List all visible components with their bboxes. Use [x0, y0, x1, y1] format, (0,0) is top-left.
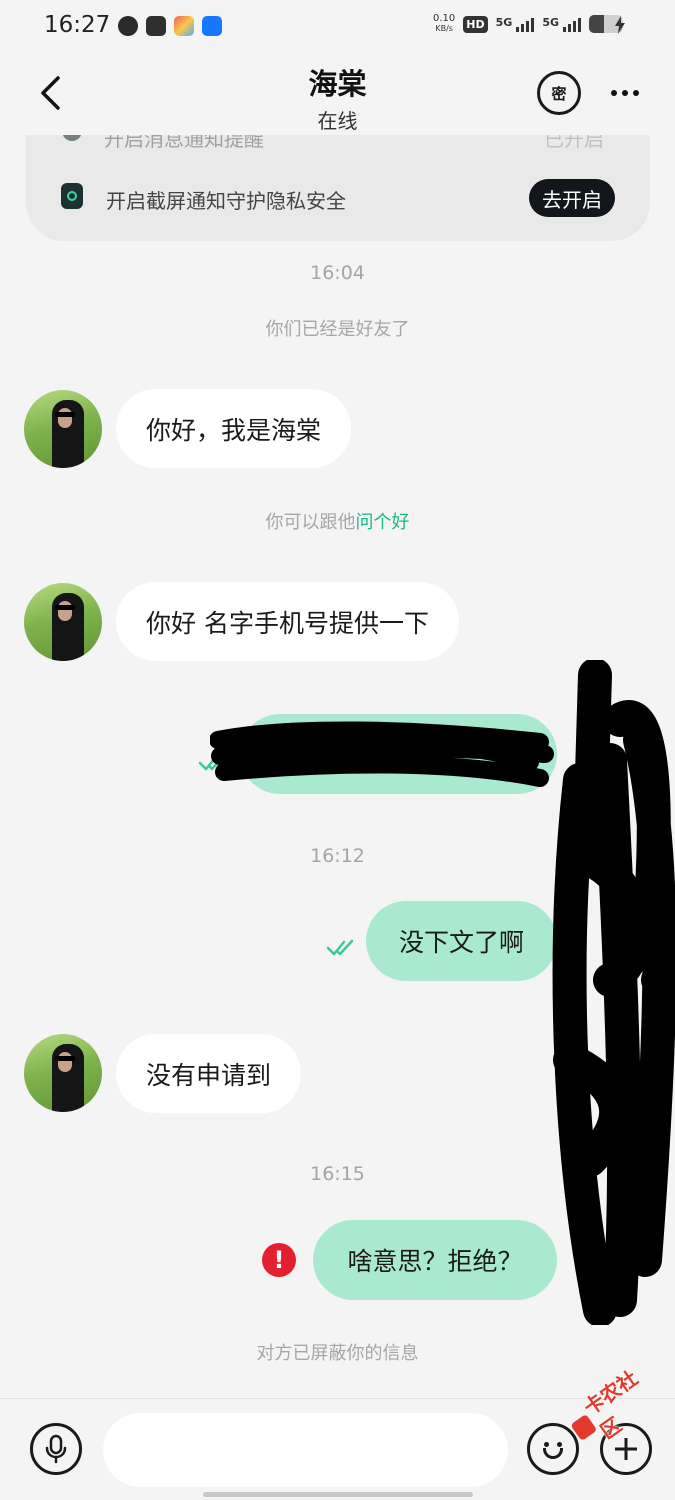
- incoming-message[interactable]: 你好，我是海棠: [116, 389, 352, 468]
- read-receipt-icon: [326, 939, 354, 956]
- emoji-button[interactable]: [527, 1423, 579, 1475]
- chat-header: 海棠 在线 密: [0, 55, 675, 135]
- mail-icon: [146, 16, 166, 36]
- shield-icon: [62, 135, 82, 141]
- notice-partial-text: 开启消息通知提醒: [104, 135, 264, 151]
- notification-settings-card: 开启消息通知提醒 已开启 开启截屏通知守护隐私安全 去开启: [26, 135, 650, 241]
- status-indicators: 0.10 KB/s HD 5G 5G: [433, 14, 623, 34]
- outgoing-message[interactable]: 没下文了啊: [366, 901, 557, 981]
- signal-2-label: 5G: [542, 16, 559, 29]
- status-time: 16:27: [44, 12, 111, 38]
- screenshot-notice-text: 开启截屏通知守护隐私安全: [106, 189, 346, 213]
- outgoing-message-failed[interactable]: 啥意思？拒绝？: [313, 1220, 557, 1300]
- redaction-scribble: [552, 660, 675, 1325]
- incoming-message[interactable]: 你好 名字手机号提供一下: [116, 582, 459, 661]
- notice-partial-status: 已开启: [544, 135, 604, 151]
- smiley-icon: [544, 1442, 549, 1447]
- network-speed-value: 0.10: [433, 13, 456, 24]
- secret-chat-label: 密: [551, 84, 567, 103]
- camera-app-icon: [174, 16, 194, 36]
- status-app-icons: [118, 16, 222, 36]
- screenshot-lock-icon: [61, 183, 83, 209]
- outgoing-message-redacted[interactable]: [240, 714, 557, 794]
- signal-icon-2: 5G: [542, 16, 581, 32]
- voice-input-button[interactable]: [30, 1423, 82, 1475]
- incoming-message[interactable]: 没有申请到: [116, 1034, 302, 1113]
- greeting-hint: 你可以跟他问个好: [0, 508, 675, 534]
- send-failed-icon[interactable]: !: [262, 1243, 296, 1277]
- microphone-icon: [45, 1434, 67, 1464]
- status-bar: 16:27 0.10 KB/s HD 5G 5G: [0, 0, 675, 55]
- greeting-hint-text: 你可以跟他: [265, 512, 356, 533]
- hd-voice-badge: HD: [463, 15, 488, 33]
- say-hello-link[interactable]: 问个好: [356, 512, 410, 533]
- timestamp: 16:15: [310, 1163, 365, 1185]
- system-message-friends: 你们已经是好友了: [265, 319, 410, 340]
- network-speed-unit: KB/s: [435, 24, 453, 33]
- home-indicator[interactable]: [203, 1492, 473, 1497]
- more-dots-icon: [611, 90, 617, 96]
- network-speed: 0.10 KB/s: [433, 14, 455, 34]
- signal-icon: 5G: [496, 16, 535, 32]
- message-input[interactable]: [103, 1413, 508, 1487]
- secret-chat-button[interactable]: 密: [537, 71, 581, 115]
- contact-avatar[interactable]: [24, 583, 102, 661]
- contact-avatar[interactable]: [24, 1034, 102, 1112]
- more-options-button[interactable]: [604, 79, 646, 107]
- signal-1-label: 5G: [495, 16, 513, 29]
- timestamp: 16:04: [310, 262, 365, 284]
- alipay-icon: [202, 16, 222, 36]
- charging-icon: [615, 16, 625, 34]
- enable-screenshot-notice-button[interactable]: 去开启: [529, 179, 615, 217]
- contact-avatar[interactable]: [24, 390, 102, 468]
- system-message-blocked: 对方已屏蔽你的信息: [256, 1343, 419, 1364]
- timestamp: 16:12: [310, 845, 365, 867]
- weibo-icon: [118, 16, 138, 36]
- read-receipt-icon: [198, 754, 226, 771]
